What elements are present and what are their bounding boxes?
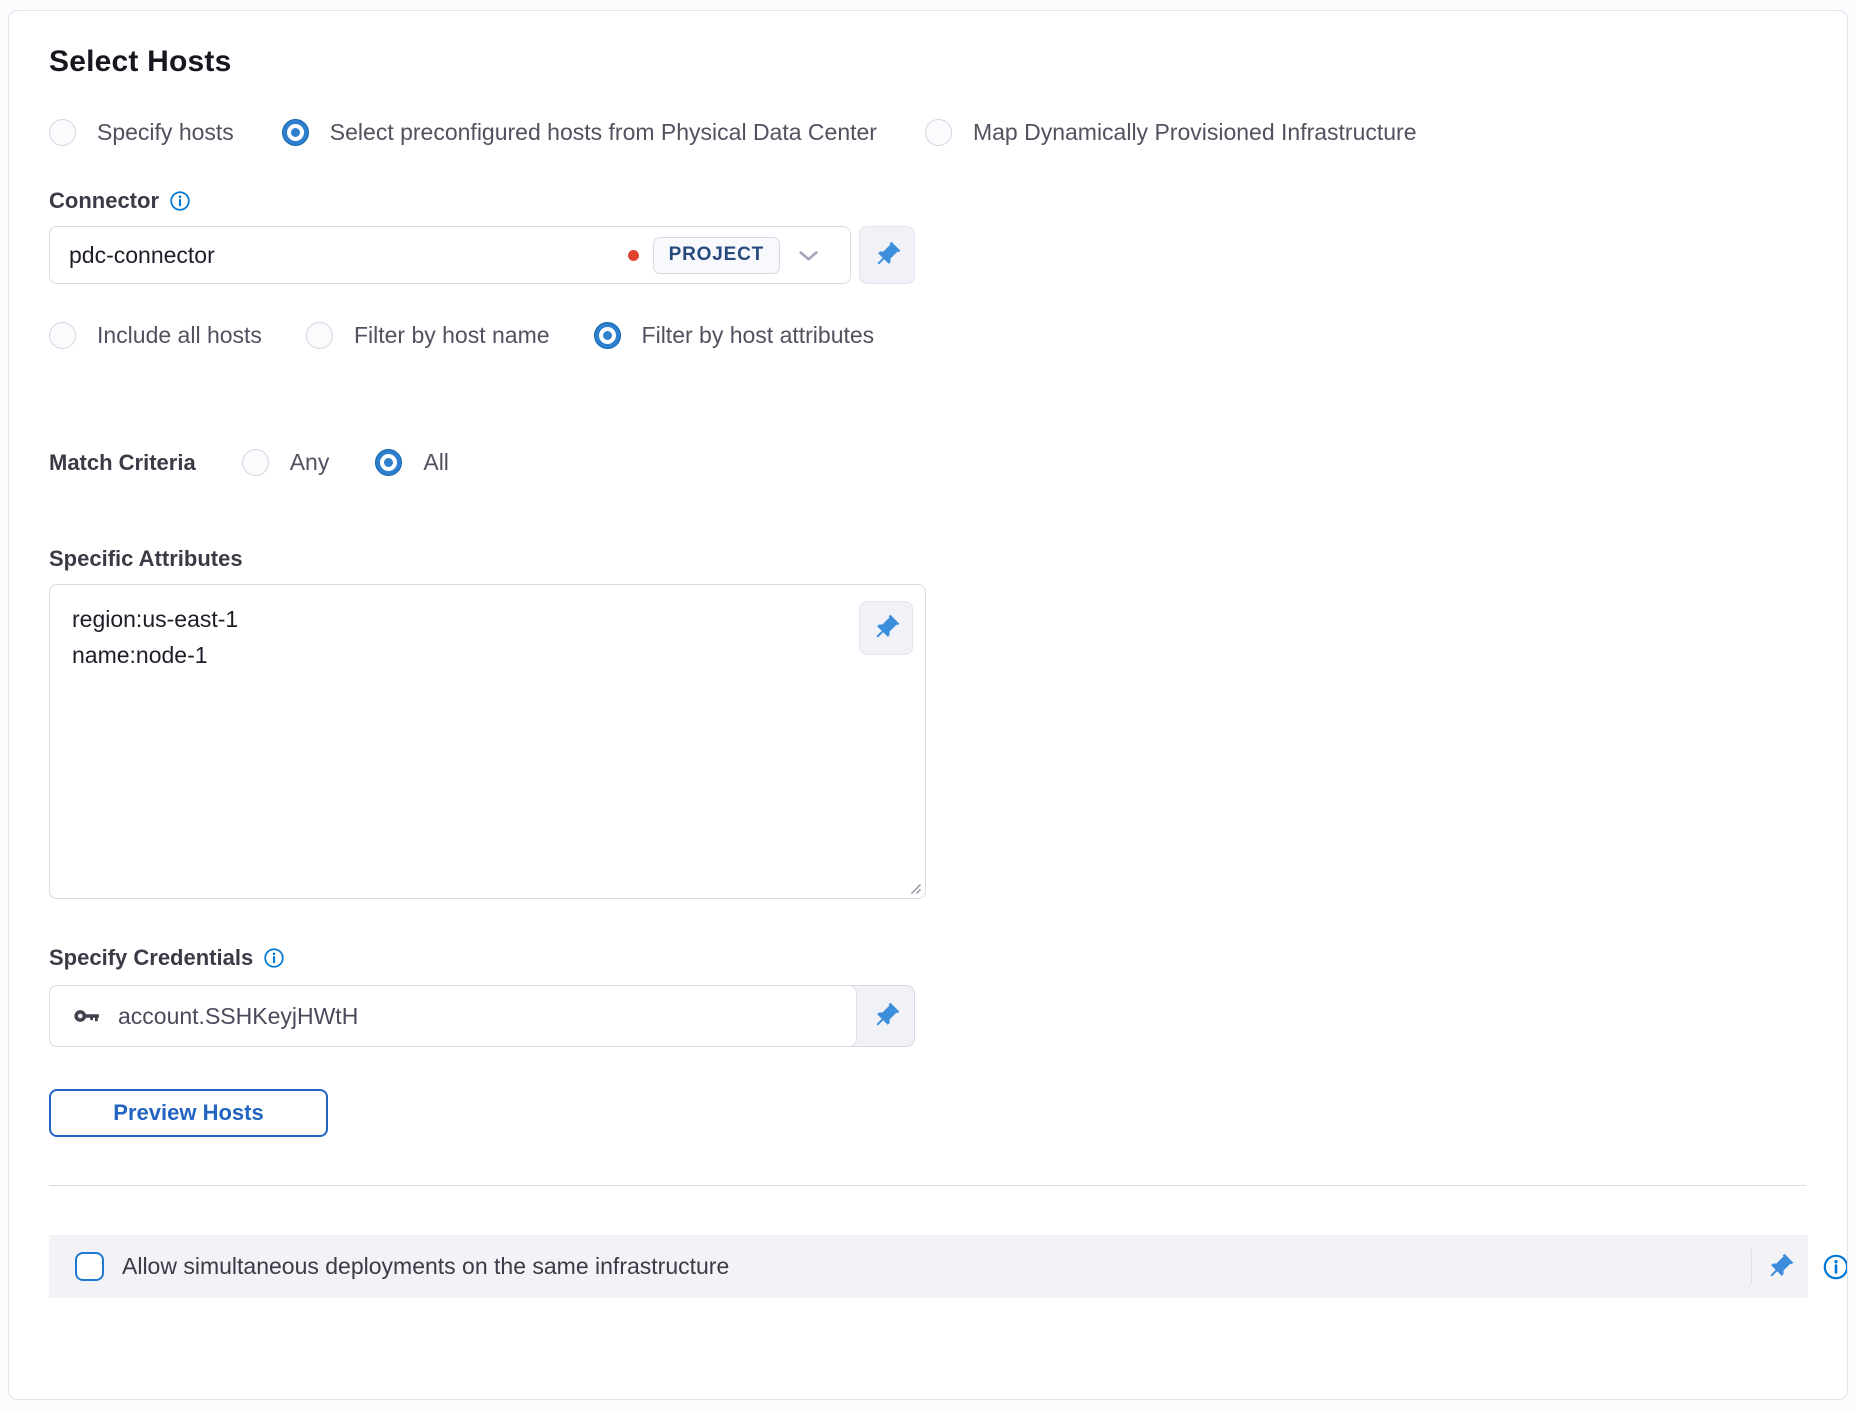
footer-info-icon[interactable] — [1822, 1253, 1848, 1281]
radio-option-filter-host-attributes[interactable]: Filter by host attributes — [594, 322, 875, 349]
chevron-down-icon — [796, 243, 821, 268]
radio-option-include-all-hosts[interactable]: Include all hosts — [49, 322, 262, 349]
section-divider — [49, 1185, 1806, 1186]
resize-handle-icon[interactable] — [907, 880, 922, 895]
specific-attributes-pin-button[interactable] — [859, 601, 913, 655]
connector-label-text: Connector — [49, 188, 159, 214]
radio-filter-host-name[interactable] — [306, 322, 333, 349]
credentials-pin-button[interactable] — [857, 986, 914, 1046]
specify-credentials-label: Specify Credentials — [49, 945, 1806, 971]
connector-label: Connector — [49, 188, 1806, 214]
required-dot — [628, 250, 639, 261]
radio-any[interactable] — [242, 449, 269, 476]
pin-icon — [1759, 1245, 1801, 1287]
radio-label: Select preconfigured hosts from Physical… — [330, 119, 877, 146]
bar-divider — [1738, 1243, 1752, 1290]
connector-row: pdc-connector PROJECT — [49, 226, 1806, 284]
radio-option-preconfigured-hosts[interactable]: Select preconfigured hosts from Physical… — [282, 119, 877, 146]
radio-option-specify-hosts[interactable]: Specify hosts — [49, 119, 234, 146]
footer-row: Allow simultaneous deployments on the sa… — [49, 1235, 1848, 1298]
specific-attributes-label: Specific Attributes — [49, 546, 1806, 572]
specific-attributes-field: region:us-east-1 name:node-1 — [49, 584, 926, 899]
radio-specify-hosts[interactable] — [49, 119, 76, 146]
credentials-reference-field[interactable]: account.SSHKeyjHWtH — [49, 985, 857, 1047]
radio-include-all-hosts[interactable] — [49, 322, 76, 349]
preview-hosts-button[interactable]: Preview Hosts — [49, 1089, 328, 1137]
radio-all[interactable] — [375, 449, 402, 476]
radio-filter-host-attributes[interactable] — [594, 322, 621, 349]
radio-label: Filter by host attributes — [642, 322, 875, 349]
connector-reference-field[interactable]: pdc-connector PROJECT — [49, 226, 851, 284]
specific-attributes-label-text: Specific Attributes — [49, 546, 243, 572]
radio-preconfigured-hosts[interactable] — [282, 119, 309, 146]
pin-icon — [864, 995, 906, 1037]
connector-pin-button[interactable] — [859, 226, 915, 284]
match-criteria-label: Match Criteria — [49, 450, 196, 476]
specify-credentials-label-text: Specify Credentials — [49, 945, 253, 971]
radio-label: Filter by host name — [354, 322, 550, 349]
simultaneous-deployments-label: Allow simultaneous deployments on the sa… — [122, 1253, 1738, 1280]
select-hosts-panel: Select Hosts Specify hosts Select precon… — [8, 10, 1848, 1400]
simultaneous-deployments-bar: Allow simultaneous deployments on the sa… — [49, 1235, 1808, 1298]
radio-option-dynamic-infrastructure[interactable]: Map Dynamically Provisioned Infrastructu… — [925, 119, 1417, 146]
specific-attributes-textarea[interactable]: region:us-east-1 name:node-1 — [50, 585, 925, 898]
host-filter-radio-group: Include all hosts Filter by host name Fi… — [49, 322, 1806, 349]
footer-pin-button[interactable] — [1752, 1235, 1808, 1298]
connector-value: pdc-connector — [69, 242, 628, 269]
credentials-value: account.SSHKeyjHWtH — [118, 1003, 358, 1030]
pin-icon — [865, 607, 907, 649]
simultaneous-deployments-checkbox[interactable] — [75, 1252, 104, 1281]
radio-dynamic-infrastructure[interactable] — [925, 119, 952, 146]
scope-badge: PROJECT — [653, 237, 780, 274]
radio-label: Include all hosts — [97, 322, 262, 349]
connector-dropdown-toggle[interactable] — [780, 243, 836, 268]
radio-option-filter-host-name[interactable]: Filter by host name — [306, 322, 550, 349]
key-icon — [72, 1001, 102, 1031]
radio-label: Specify hosts — [97, 119, 234, 146]
credentials-field-group: account.SSHKeyjHWtH — [49, 985, 915, 1047]
radio-label: Map Dynamically Provisioned Infrastructu… — [973, 119, 1417, 146]
connector-info-icon[interactable] — [169, 190, 191, 212]
host-selection-radio-group: Specify hosts Select preconfigured hosts… — [49, 119, 1806, 146]
radio-label: Any — [290, 449, 330, 476]
credentials-info-icon[interactable] — [263, 947, 285, 969]
radio-label: All — [423, 449, 449, 476]
radio-option-any[interactable]: Any — [242, 449, 330, 476]
match-criteria-radio-group: Any All — [242, 449, 449, 476]
page-title: Select Hosts — [49, 45, 1806, 79]
radio-option-all[interactable]: All — [375, 449, 449, 476]
match-criteria-row: Match Criteria Any All — [49, 449, 1806, 476]
pin-icon — [866, 234, 908, 276]
